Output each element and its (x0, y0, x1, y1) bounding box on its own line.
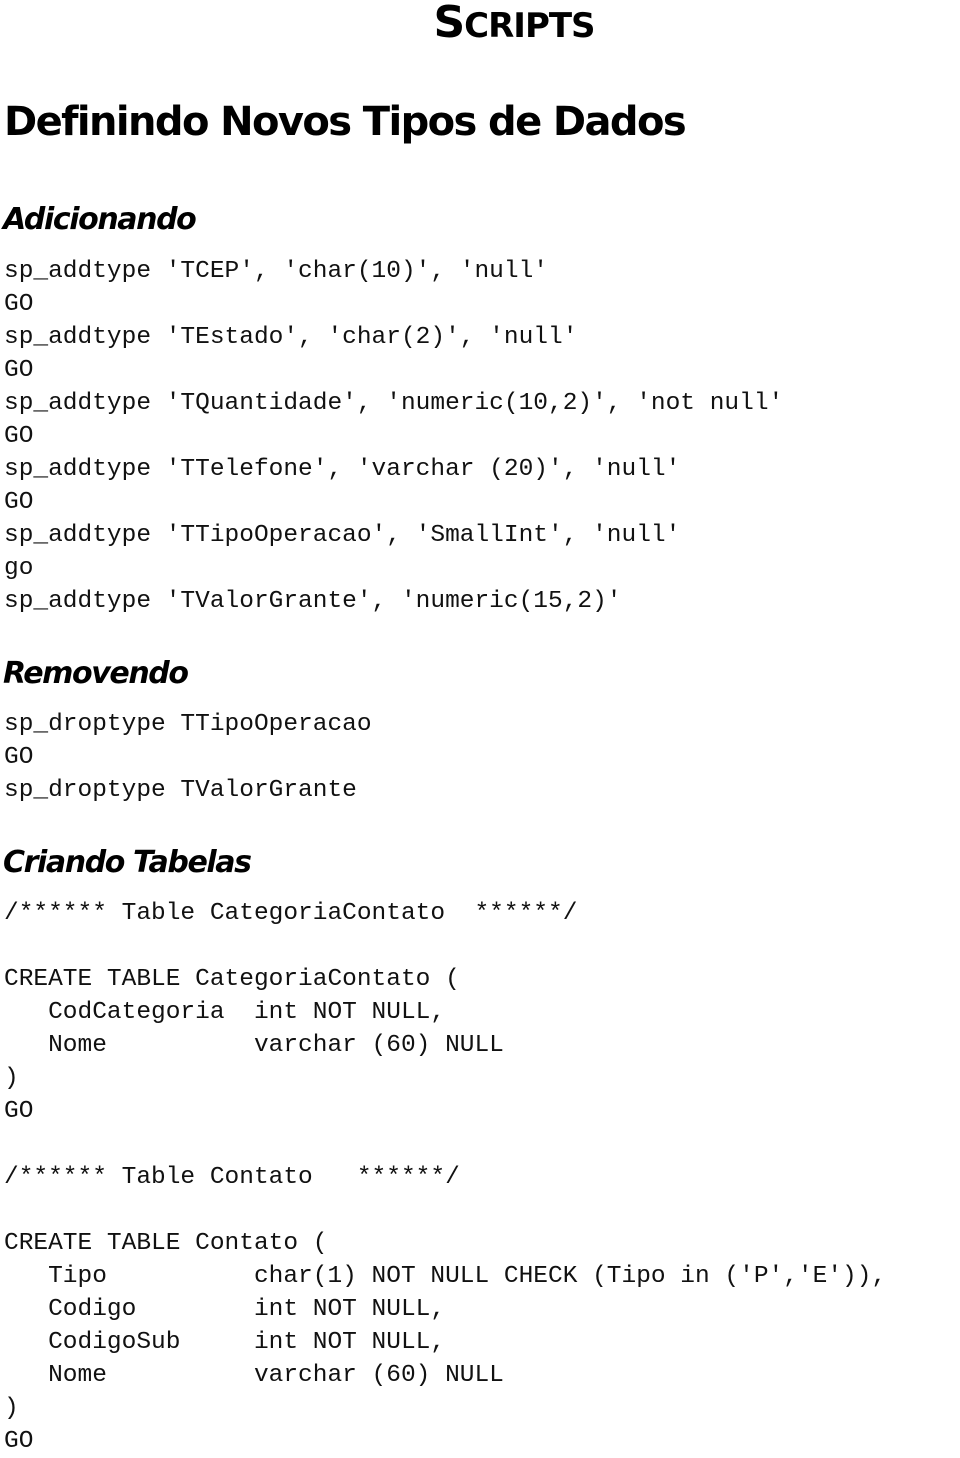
code-line: GO (4, 291, 34, 318)
code-block-adicionando: sp_addtype 'TCEP', 'char(10)', 'null' GO… (4, 255, 783, 618)
code-line: Nome varchar (60) NULL (4, 1032, 504, 1059)
code-comment: /****** Table CategoriaContato ******/ (4, 900, 578, 927)
code-line: GO (4, 423, 34, 450)
code-line: sp_addtype 'TQuantidade', 'numeric(10,2)… (4, 390, 784, 417)
subsection-heading-adicionando: Adicionando (3, 202, 197, 237)
page-title: SCRIPTS (0, 0, 960, 49)
code-line: go (4, 555, 34, 582)
code-line: ) (4, 1395, 19, 1422)
code-line: Codigo int NOT NULL, (4, 1296, 446, 1323)
code-line: sp_droptype TTipoOperacao (4, 711, 372, 738)
code-line: CodigoSub int NOT NULL, (4, 1329, 446, 1356)
code-line: CREATE TABLE Contato ( (4, 1230, 328, 1257)
subsection-heading-criando-tabelas: Criando Tabelas (3, 845, 252, 880)
code-comment: /****** Table Contato ******/ (4, 1164, 460, 1191)
code-line: GO (4, 744, 34, 771)
code-line: GO (4, 1098, 34, 1125)
code-line: GO (4, 489, 34, 516)
section-heading: Definindo Novos Tipos de Dados (4, 99, 687, 145)
page-title-rest: CRIPTS (464, 6, 595, 46)
code-line: sp_addtype 'TValorGrante', 'numeric(15,2… (4, 588, 622, 615)
code-line: CREATE TABLE CategoriaContato ( (4, 966, 460, 993)
page-title-initial: S (433, 0, 465, 48)
code-line: ) (4, 1065, 19, 1092)
code-line: sp_addtype 'TTipoOperacao', 'SmallInt', … (4, 522, 681, 549)
code-line: sp_addtype 'TTelefone', 'varchar (20)', … (4, 456, 681, 483)
code-line: Tipo char(1) NOT NULL CHECK (Tipo in ('P… (4, 1263, 887, 1290)
code-block-removendo: sp_droptype TTipoOperacao GO sp_droptype… (4, 708, 372, 807)
code-block-criando-tabelas: /****** Table CategoriaContato ******/ C… (4, 897, 886, 1458)
code-line: GO (4, 1428, 34, 1455)
code-line: CodCategoria int NOT NULL, (4, 999, 446, 1026)
code-line: sp_addtype 'TEstado', 'char(2)', 'null' (4, 324, 578, 351)
code-line: sp_addtype 'TCEP', 'char(10)', 'null' (4, 258, 548, 285)
code-line: sp_droptype TValorGrante (4, 777, 357, 804)
code-line: GO (4, 357, 34, 384)
subsection-heading-removendo: Removendo (3, 656, 189, 691)
code-line: Nome varchar (60) NULL (4, 1362, 504, 1389)
